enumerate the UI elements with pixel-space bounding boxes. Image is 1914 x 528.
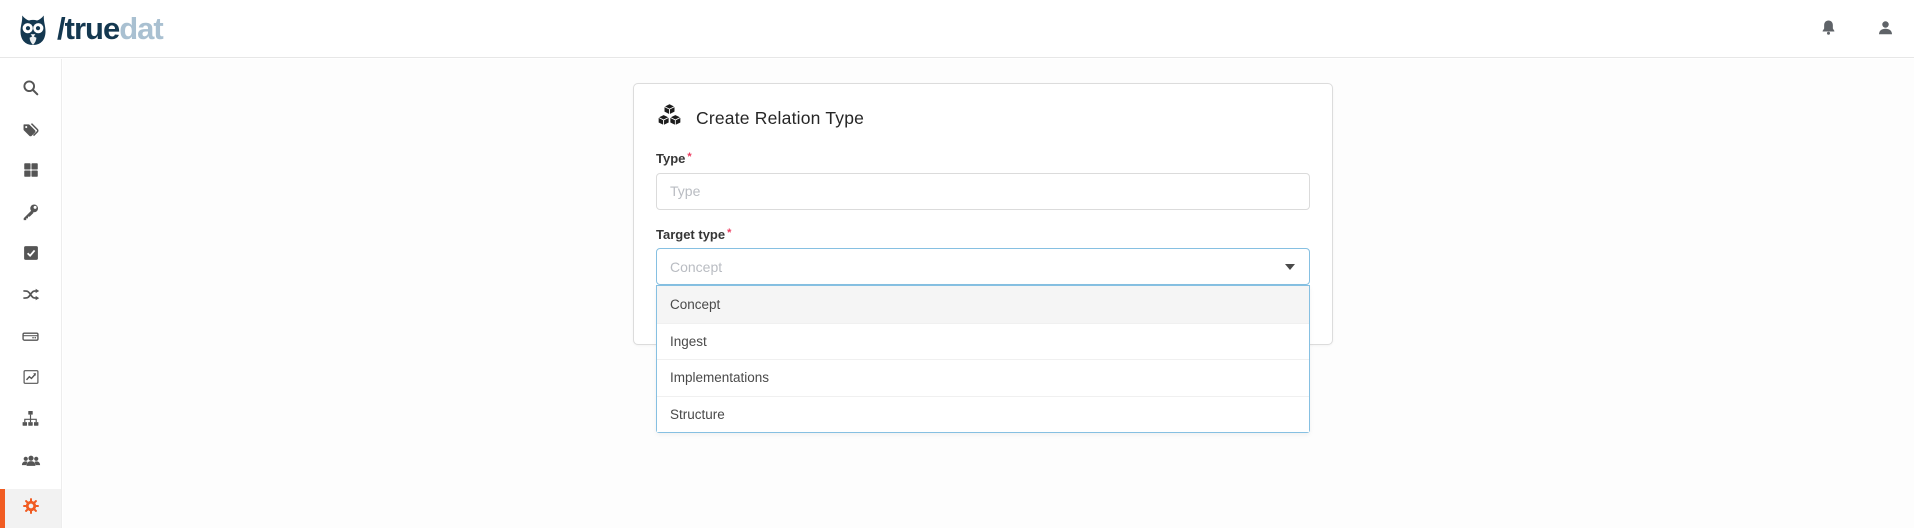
sitemap-icon [21, 409, 40, 428]
logo-text: /truedat [57, 13, 163, 44]
header-actions [1815, 14, 1899, 44]
main-content: Create Relation Type Type* Target type* … [63, 59, 1914, 528]
create-relation-type-card: Create Relation Type Type* Target type* … [633, 83, 1333, 345]
owl-icon [13, 9, 53, 49]
sidebar-item-check-square[interactable] [0, 241, 61, 266]
target-type-placeholder: Concept [670, 259, 722, 275]
sidebar-item-search[interactable] [0, 75, 61, 100]
required-marker: * [687, 151, 691, 163]
bell-icon [1819, 18, 1838, 40]
notifications-button[interactable] [1815, 14, 1842, 44]
sidebar-item-sitemap[interactable] [0, 406, 61, 431]
user-icon [1876, 18, 1895, 40]
sidebar-item-chart-line[interactable] [0, 365, 61, 390]
sidebar-item-key[interactable] [0, 199, 61, 224]
sidebar-item-drawer[interactable] [0, 323, 61, 348]
tags-icon [21, 120, 40, 139]
gear-icon [21, 496, 41, 521]
key-icon [21, 202, 40, 221]
logo-brand-secondary: dat [119, 11, 163, 46]
truedat-logo[interactable]: /truedat [13, 9, 163, 49]
caret-down-icon [1285, 264, 1295, 270]
sidebar-item-grid[interactable] [0, 158, 61, 183]
dropdown-option-concept[interactable]: Concept [657, 286, 1309, 323]
sidebar-item-tags[interactable] [0, 116, 61, 141]
card-header: Create Relation Type [656, 102, 1310, 134]
target-type-select[interactable]: Concept Concept Ingest Implementations S… [656, 248, 1310, 285]
sidebar-item-shuffle[interactable] [0, 282, 61, 307]
users-icon [21, 450, 41, 470]
target-type-dropdown-menu: Concept Ingest Implementations Structure [656, 285, 1310, 433]
dropdown-option-structure[interactable]: Structure [657, 396, 1309, 433]
required-marker: * [727, 227, 731, 239]
sidebar-item-settings[interactable] [0, 489, 61, 528]
sidebar-item-users[interactable] [0, 448, 61, 473]
account-button[interactable] [1872, 14, 1899, 44]
cubes-icon [656, 102, 683, 134]
target-type-field-label: Target type* [656, 227, 1310, 243]
type-input[interactable] [656, 173, 1310, 210]
grid-icon [22, 161, 40, 179]
drawer-icon [21, 327, 40, 346]
chart-line-icon [22, 368, 40, 386]
logo-brand-primary: true [65, 11, 120, 46]
check-square-icon [22, 244, 40, 262]
dropdown-option-implementations[interactable]: Implementations [657, 359, 1309, 396]
search-icon [21, 78, 40, 97]
logo-slash: / [57, 11, 65, 46]
sidebar [0, 59, 62, 528]
page-title: Create Relation Type [696, 108, 864, 129]
top-header: /truedat [0, 0, 1914, 58]
shuffle-icon [21, 285, 40, 304]
type-field-label: Type* [656, 151, 1310, 167]
dropdown-option-ingest[interactable]: Ingest [657, 323, 1309, 360]
